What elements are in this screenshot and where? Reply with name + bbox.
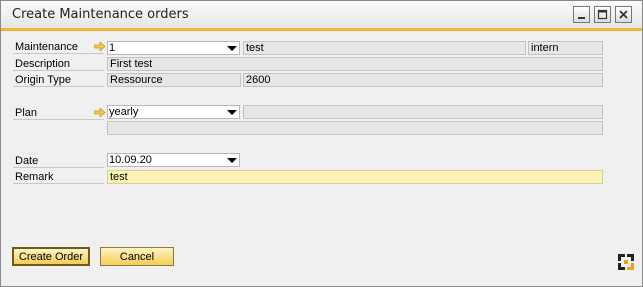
chevron-down-icon — [227, 110, 237, 115]
form-area: Maintenance 1 test intern Description Fi… — [1, 31, 642, 286]
maintenance-value: 1 — [109, 42, 116, 54]
maximize-button[interactable] — [594, 6, 611, 23]
close-icon — [619, 10, 628, 19]
link-arrow-icon[interactable] — [94, 108, 106, 117]
origin-type-field: Ressource — [107, 73, 241, 87]
link-arrow-icon[interactable] — [94, 42, 106, 51]
cancel-button[interactable]: Cancel — [100, 247, 174, 266]
plan-extra-field — [243, 105, 603, 119]
description-field: First test — [107, 57, 603, 71]
chevron-down-icon — [227, 158, 237, 163]
origin-code-field: 2600 — [243, 73, 603, 87]
title-bar[interactable]: Create Maintenance orders — [1, 1, 642, 31]
maintenance-type-field: intern — [528, 41, 603, 55]
plan-label: Plan — [13, 107, 104, 120]
remark-label: Remark — [13, 171, 104, 184]
minimize-icon — [578, 17, 585, 19]
date-label: Date — [13, 155, 104, 168]
maintenance-name-field: test — [243, 41, 526, 55]
maximize-icon — [597, 9, 608, 20]
create-order-button[interactable]: Create Order — [12, 247, 90, 266]
chevron-down-icon — [227, 46, 237, 51]
origin-type-label: Origin Type — [13, 74, 104, 87]
remark-input[interactable]: test — [107, 170, 603, 184]
create-maintenance-orders-window: Create Maintenance orders Maintenance 1 … — [0, 0, 643, 287]
window-title: Create Maintenance orders — [12, 7, 189, 22]
sap-logo-icon — [618, 254, 634, 270]
close-button[interactable] — [615, 6, 632, 23]
maintenance-label: Maintenance — [13, 41, 104, 54]
plan-extra-field-2 — [107, 121, 603, 135]
date-combo[interactable]: 10.09.20 — [107, 153, 240, 167]
description-label: Description — [13, 58, 104, 71]
date-value: 10.09.20 — [109, 154, 152, 166]
plan-value: yearly — [109, 106, 139, 118]
plan-combo[interactable]: yearly — [107, 105, 240, 119]
maintenance-combo[interactable]: 1 — [107, 41, 240, 55]
minimize-button[interactable] — [573, 6, 590, 23]
